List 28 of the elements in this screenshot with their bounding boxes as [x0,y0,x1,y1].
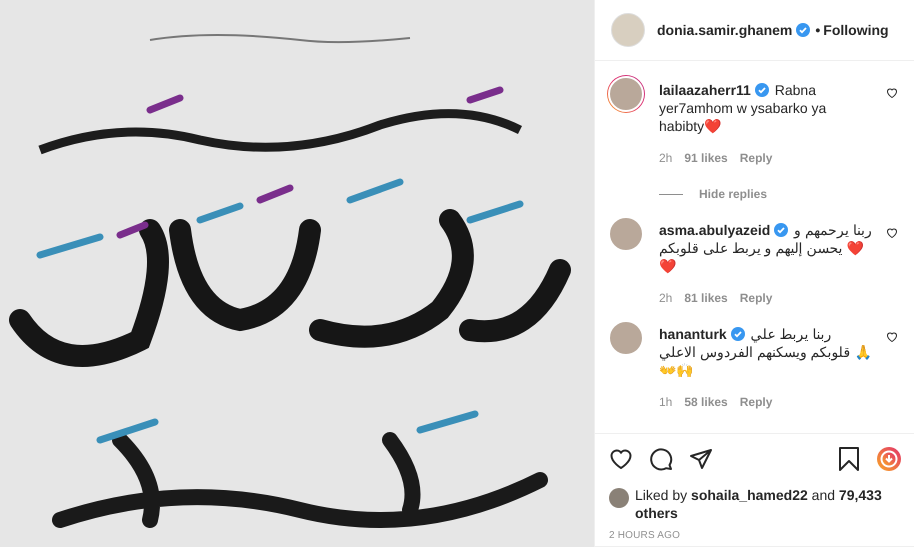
comment-likes[interactable]: 91 likes [684,151,728,165]
comment-icon[interactable] [649,447,673,471]
share-icon[interactable] [689,447,713,471]
comment-time: 2h [659,151,672,165]
comment-time: 2h [659,291,672,305]
comment-likes[interactable]: 58 likes [684,395,728,409]
following-button[interactable]: Following [823,22,889,38]
reply-button[interactable]: Reply [740,395,772,409]
comment-likes[interactable]: 81 likes [684,291,728,305]
heart-icon[interactable] [886,87,898,99]
comment-text: lailaazaherr11 Rabna yer7amhom w ysabarko ya habibty❤ [659,81,828,135]
username-link[interactable]: hananturk [659,326,727,342]
post-time: 2 HOURS AGO [609,530,682,541]
username-link[interactable]: lailaazaherr11 [659,82,751,98]
separator-dot: • [815,22,820,38]
comment-time: 1h [659,395,672,409]
heart-icon[interactable] [886,331,898,343]
heart-icon[interactable] [886,227,898,239]
hide-replies-button[interactable]: Hide replies [699,187,768,201]
download-icon[interactable] [876,446,902,472]
like-icon[interactable] [609,447,633,471]
reply-button[interactable]: Reply [740,151,772,165]
avatar[interactable] [609,488,629,508]
reply-button[interactable]: Reply [740,291,772,305]
username-link[interactable]: donia.samir.ghanem [657,22,792,38]
likes-summary[interactable]: Liked by sohaila_hamed22 and 79,433 others [635,486,902,522]
bookmark-icon[interactable] [838,447,860,471]
username-link[interactable]: asma.abulyazeid [659,222,770,238]
